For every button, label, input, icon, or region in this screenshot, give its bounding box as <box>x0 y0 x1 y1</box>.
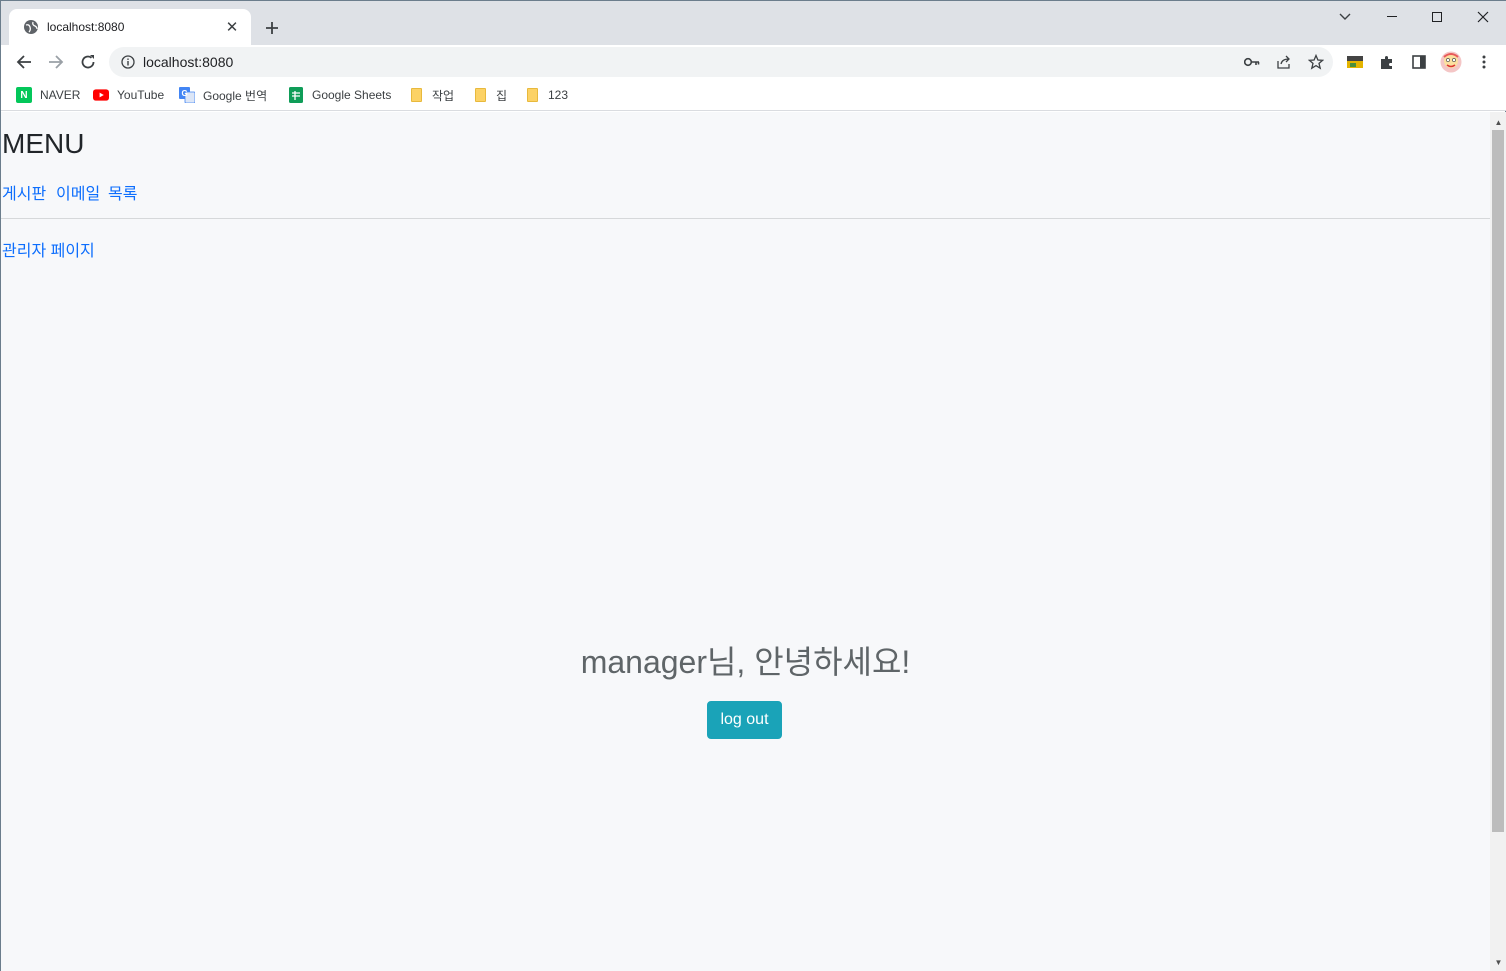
svg-text:G: G <box>182 89 188 98</box>
bookmark-folder-home[interactable]: 집 <box>475 86 507 104</box>
globe-icon <box>23 19 39 35</box>
bookmark-label: NAVER <box>40 88 81 102</box>
url-text: localhost:8080 <box>143 54 234 70</box>
plus-icon <box>266 22 278 34</box>
naver-icon: N <box>16 87 32 103</box>
bookmark-label: YouTube <box>117 88 165 102</box>
arrow-right-icon <box>49 55 64 69</box>
sidepanel-icon[interactable] <box>1408 51 1430 73</box>
menu-divider <box>1 218 1490 219</box>
minimize-icon <box>1387 16 1397 17</box>
info-icon[interactable] <box>119 53 137 71</box>
tab-title: localhost:8080 <box>47 20 125 34</box>
folder-icon <box>475 88 486 102</box>
bookmark-naver[interactable]: N NAVER <box>16 86 80 104</box>
address-bar[interactable]: localhost:8080 <box>109 47 1333 77</box>
maximize-icon <box>1432 12 1442 22</box>
menu-title: MENU <box>2 128 85 159</box>
forward-button[interactable] <box>41 47 71 77</box>
bookmark-label: 123 <box>548 88 569 102</box>
extension-image-icon[interactable] <box>1344 51 1366 73</box>
folder-icon <box>527 88 538 102</box>
youtube-icon <box>93 87 109 103</box>
new-tab-button[interactable] <box>259 15 285 41</box>
bookmark-google-translate[interactable]: G Google 번역 <box>179 86 267 104</box>
share-icon[interactable] <box>1274 52 1294 72</box>
reload-button[interactable] <box>73 47 103 77</box>
board-link[interactable]: 게시판 <box>2 180 46 204</box>
admin-page-link[interactable]: 관리자 페이지 <box>2 237 95 261</box>
bookmark-youtube[interactable]: YouTube <box>93 86 164 104</box>
greeting-text: manager님, 안녕하세요! <box>580 644 911 680</box>
scroll-thumb[interactable] <box>1492 130 1504 832</box>
chevron-down-icon <box>1339 13 1351 20</box>
bookmark-label: 집 <box>496 88 508 103</box>
vertical-scrollbar[interactable]: ▲ ▼ <box>1490 112 1506 971</box>
bookmark-folder-work[interactable]: 작업 <box>411 86 454 104</box>
tab-close-icon[interactable]: ✕ <box>223 18 241 36</box>
scroll-up-icon[interactable]: ▲ <box>1490 114 1506 130</box>
key-icon[interactable] <box>1242 52 1262 72</box>
scroll-down-icon[interactable]: ▼ <box>1490 954 1506 970</box>
puzzle-icon[interactable] <box>1376 51 1398 73</box>
bookmark-google-sheets[interactable]: Google Sheets <box>288 86 391 104</box>
reload-icon <box>81 55 95 69</box>
more-icon[interactable] <box>1473 51 1495 73</box>
translate-icon: G <box>179 87 195 103</box>
close-window-button[interactable] <box>1460 1 1506 33</box>
back-button[interactable] <box>9 47 39 77</box>
tab-strip: localhost:8080 ✕ <box>1 1 1506 45</box>
minimize-button[interactable] <box>1369 1 1415 33</box>
sheets-icon <box>288 87 304 103</box>
bookmark-label: Google 번역 <box>203 88 268 103</box>
close-icon <box>1477 11 1489 23</box>
browser-tab[interactable]: localhost:8080 ✕ <box>9 9 251 45</box>
browser-toolbar: localhost:8080 <box>1 45 1506 79</box>
bookmark-label: 작업 <box>432 88 455 103</box>
list-link[interactable]: 목록 <box>108 180 137 204</box>
arrow-left-icon <box>16 55 31 69</box>
star-icon[interactable] <box>1306 52 1326 72</box>
bookmark-folder-123[interactable]: 123 <box>527 86 568 104</box>
bookmark-label: Google Sheets <box>312 88 392 102</box>
bookmarks-bar: N NAVER YouTube G Google 번역 Google Sheet… <box>1 79 1506 111</box>
maximize-button[interactable] <box>1414 1 1460 33</box>
avatar-icon[interactable] <box>1440 51 1462 73</box>
folder-icon <box>411 88 422 102</box>
email-link[interactable]: 이메일 <box>56 180 100 204</box>
tab-search-button[interactable] <box>1333 5 1357 29</box>
logout-button[interactable]: log out <box>707 701 782 739</box>
page-viewport: MENU 게시판 이메일 목록 관리자 페이지 manager님, 안녕하세요!… <box>1 112 1490 971</box>
